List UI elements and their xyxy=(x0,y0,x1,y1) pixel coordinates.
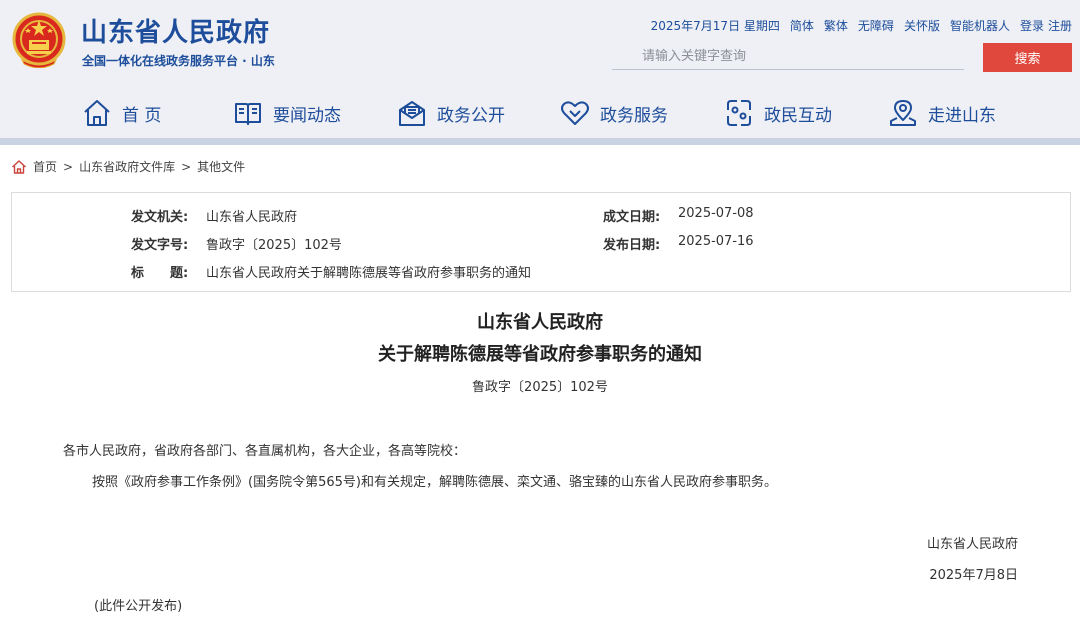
login-link[interactable]: 登录 xyxy=(1020,17,1044,34)
document-title-line1: 山东省人民政府 xyxy=(477,312,603,333)
link-ai-robot[interactable]: 智能机器人 xyxy=(950,17,1010,34)
publish-date-label: 发布日期: xyxy=(603,238,661,253)
current-date: 2025年7月17日 星期四 xyxy=(650,19,780,33)
breadcrumb-other-files[interactable]: 其他文件 xyxy=(197,158,245,175)
home-icon xyxy=(12,159,26,174)
title-label: 标 题: xyxy=(131,266,189,281)
written-date-value: 2025-07-08 xyxy=(678,206,754,221)
nav-label: 要闻动态 xyxy=(273,105,341,126)
issuer-value: 山东省人民政府 xyxy=(206,210,298,225)
register-link[interactable]: 注册 xyxy=(1048,17,1072,34)
document-title-line2: 关于解聘陈德展等省政府参事职务的通知 xyxy=(378,344,702,365)
main-nav: 首 页 要闻动态 政务公开 政务服务 政民互动 走进山东 xyxy=(0,94,1080,132)
search-input[interactable] xyxy=(612,44,964,70)
document-body: 按照《政府参事工作条例》(国务院令第565号)和有关规定，解聘陈德展、栾文通、骆… xyxy=(92,475,777,490)
mail-icon xyxy=(399,101,425,126)
document-number: 鲁政字〔2025〕102号 xyxy=(472,380,608,395)
site-header: 山东省人民政府 全国一体化在线政务服务平台 · 山东 2025年7月17日 星期… xyxy=(0,0,1080,138)
home-icon xyxy=(84,100,110,126)
nav-label: 政务公开 xyxy=(437,105,505,126)
issuer-label: 发文机关: xyxy=(131,210,189,225)
doc-number-label: 发文字号: xyxy=(131,238,189,253)
document-sign-date: 2025年7月8日 xyxy=(929,568,1018,583)
document-signature: 山东省人民政府 xyxy=(926,537,1018,552)
top-links: 2025年7月17日 星期四 简体 繁体 无障碍 关怀版 智能机器人 登录 注册 xyxy=(651,17,1072,34)
search-button[interactable]: 搜索 xyxy=(983,43,1072,72)
book-icon xyxy=(235,103,261,125)
national-emblem-icon xyxy=(12,12,66,68)
nav-item-gov-service[interactable]: 政务服务 xyxy=(560,94,668,132)
written-date-label: 成文日期: xyxy=(603,210,661,225)
site-title[interactable]: 山东省人民政府 xyxy=(81,12,270,49)
link-simplified[interactable]: 简体 xyxy=(790,17,814,34)
nav-item-news[interactable]: 要闻动态 xyxy=(233,94,341,132)
breadcrumb-separator: > xyxy=(63,159,74,174)
breadcrumb-separator: > xyxy=(181,159,192,174)
heart-icon xyxy=(561,101,589,125)
nav-label: 政民互动 xyxy=(764,105,832,126)
nav-item-gov-affairs[interactable]: 政务公开 xyxy=(397,94,505,132)
breadcrumb: 首页 > 山东省政府文件库 > 其他文件 xyxy=(11,158,245,175)
breadcrumb-file-library[interactable]: 山东省政府文件库 xyxy=(79,158,175,175)
title-value: 山东省人民政府关于解聘陈德展等省政府参事职务的通知 xyxy=(206,266,532,281)
nav-label: 走进山东 xyxy=(928,105,996,126)
interaction-icon xyxy=(727,100,751,126)
nav-item-home[interactable]: 首 页 xyxy=(82,94,161,132)
doc-number-value: 鲁政字〔2025〕102号 xyxy=(206,238,342,253)
document-publish-note: (此件公开发布) xyxy=(94,599,183,614)
auth-links: 登录 注册 xyxy=(1020,17,1072,34)
document-addressee: 各市人民政府，省政府各部门、各直属机构，各大企业，各高等院校： xyxy=(63,444,467,459)
publish-date-value: 2025-07-16 xyxy=(678,234,754,249)
nav-label: 政务服务 xyxy=(600,105,668,126)
link-accessibility[interactable]: 无障碍 xyxy=(858,17,894,34)
nav-item-about-shandong[interactable]: 走进山东 xyxy=(888,94,996,132)
nav-item-interaction[interactable]: 政民互动 xyxy=(724,94,832,132)
breadcrumb-home[interactable]: 首页 xyxy=(33,158,57,175)
link-traditional[interactable]: 繁体 xyxy=(824,17,848,34)
nav-label: 首 页 xyxy=(122,105,162,126)
document-info-box: 发文机关: 山东省人民政府 发文字号: 鲁政字〔2025〕102号 标 题: 山… xyxy=(11,192,1071,292)
header-divider xyxy=(0,138,1080,145)
location-icon xyxy=(890,100,916,126)
site-subtitle: 全国一体化在线政务服务平台 · 山东 xyxy=(82,54,275,68)
link-care-mode[interactable]: 关怀版 xyxy=(904,17,940,34)
